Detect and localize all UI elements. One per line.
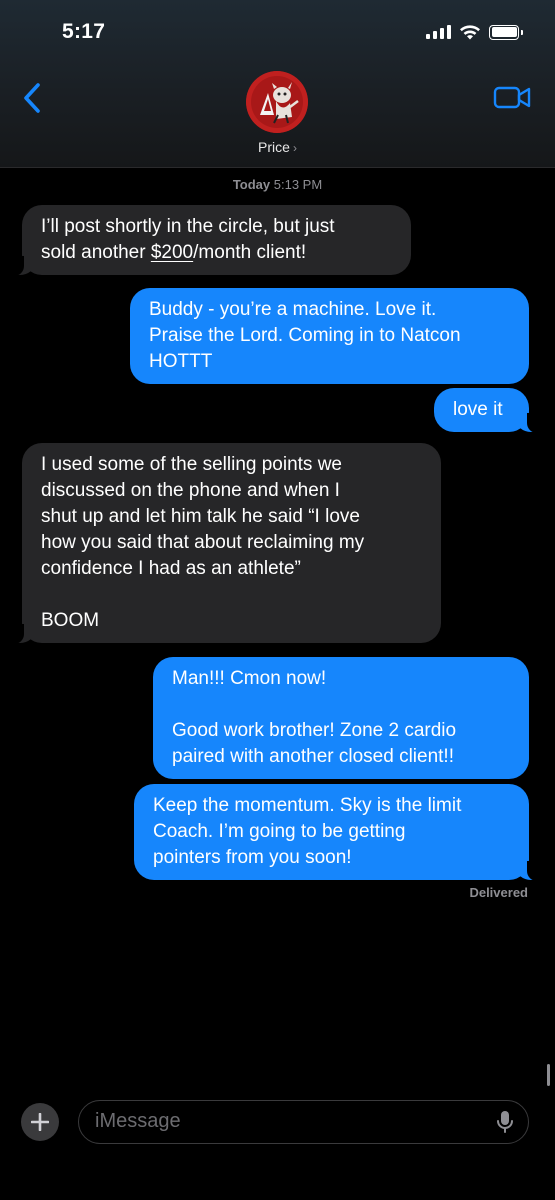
contact-avatar[interactable] — [246, 71, 308, 133]
message-text: Man!!! Cmon now! Good work brother! Zone… — [172, 668, 457, 767]
message-text: /month client! — [193, 242, 307, 263]
message-text: Keep the momentum. Sky is the limit Coac… — [153, 795, 462, 868]
cellular-signal-icon — [426, 25, 451, 39]
apps-plus-button[interactable] — [21, 1103, 59, 1141]
message-timestamp: Today 5:13 PM — [0, 177, 555, 192]
message-bubble-received[interactable]: I used some of the selling points we dis… — [10, 443, 441, 644]
timestamp-day: Today — [232, 177, 271, 192]
wifi-icon — [460, 25, 480, 40]
message-bubble-sent[interactable]: love it — [434, 388, 541, 433]
timestamp-time: 5:13 PM — [273, 177, 323, 192]
conversation-header: 5:17 Price › — [0, 0, 555, 168]
amount-link[interactable]: $200 — [151, 242, 193, 263]
message-text: Buddy - you’re a machine. Love it. Prais… — [149, 299, 461, 372]
message-bubble-sent[interactable]: Buddy - you’re a machine. Love it. Prais… — [130, 288, 529, 384]
chevron-left-icon — [24, 83, 40, 113]
contact-name[interactable]: Price › — [0, 139, 555, 155]
chevron-right-icon: › — [292, 141, 297, 155]
message-bubble-sent[interactable]: Man!!! Cmon now! Good work brother! Zone… — [153, 657, 529, 779]
message-text: I used some of the selling points we dis… — [41, 454, 365, 631]
message-bubble-received[interactable]: I’ll post shortly in the circle, but jus… — [10, 205, 411, 276]
delivery-status: Delivered — [469, 885, 528, 900]
message-bubble-sent[interactable]: Keep the momentum. Sky is the limit Coac… — [134, 784, 541, 881]
battery-icon — [489, 24, 523, 40]
plus-icon — [31, 1113, 49, 1131]
status-icons — [426, 22, 523, 42]
scroll-indicator[interactable] — [547, 1064, 550, 1086]
microphone-icon[interactable] — [496, 1110, 514, 1134]
messages-screen: 5:17 Price › Today 5:13 PM I’ll post sho… — [0, 0, 555, 1200]
contact-name-label: Price — [258, 139, 290, 155]
back-button[interactable] — [16, 80, 48, 116]
message-input-field[interactable] — [78, 1100, 529, 1144]
imessage-input[interactable] — [95, 1101, 475, 1142]
devil-mascot-icon — [246, 71, 308, 133]
status-time: 5:17 — [62, 20, 106, 43]
facetime-video-button[interactable] — [493, 82, 533, 112]
message-text: love it — [453, 399, 503, 420]
